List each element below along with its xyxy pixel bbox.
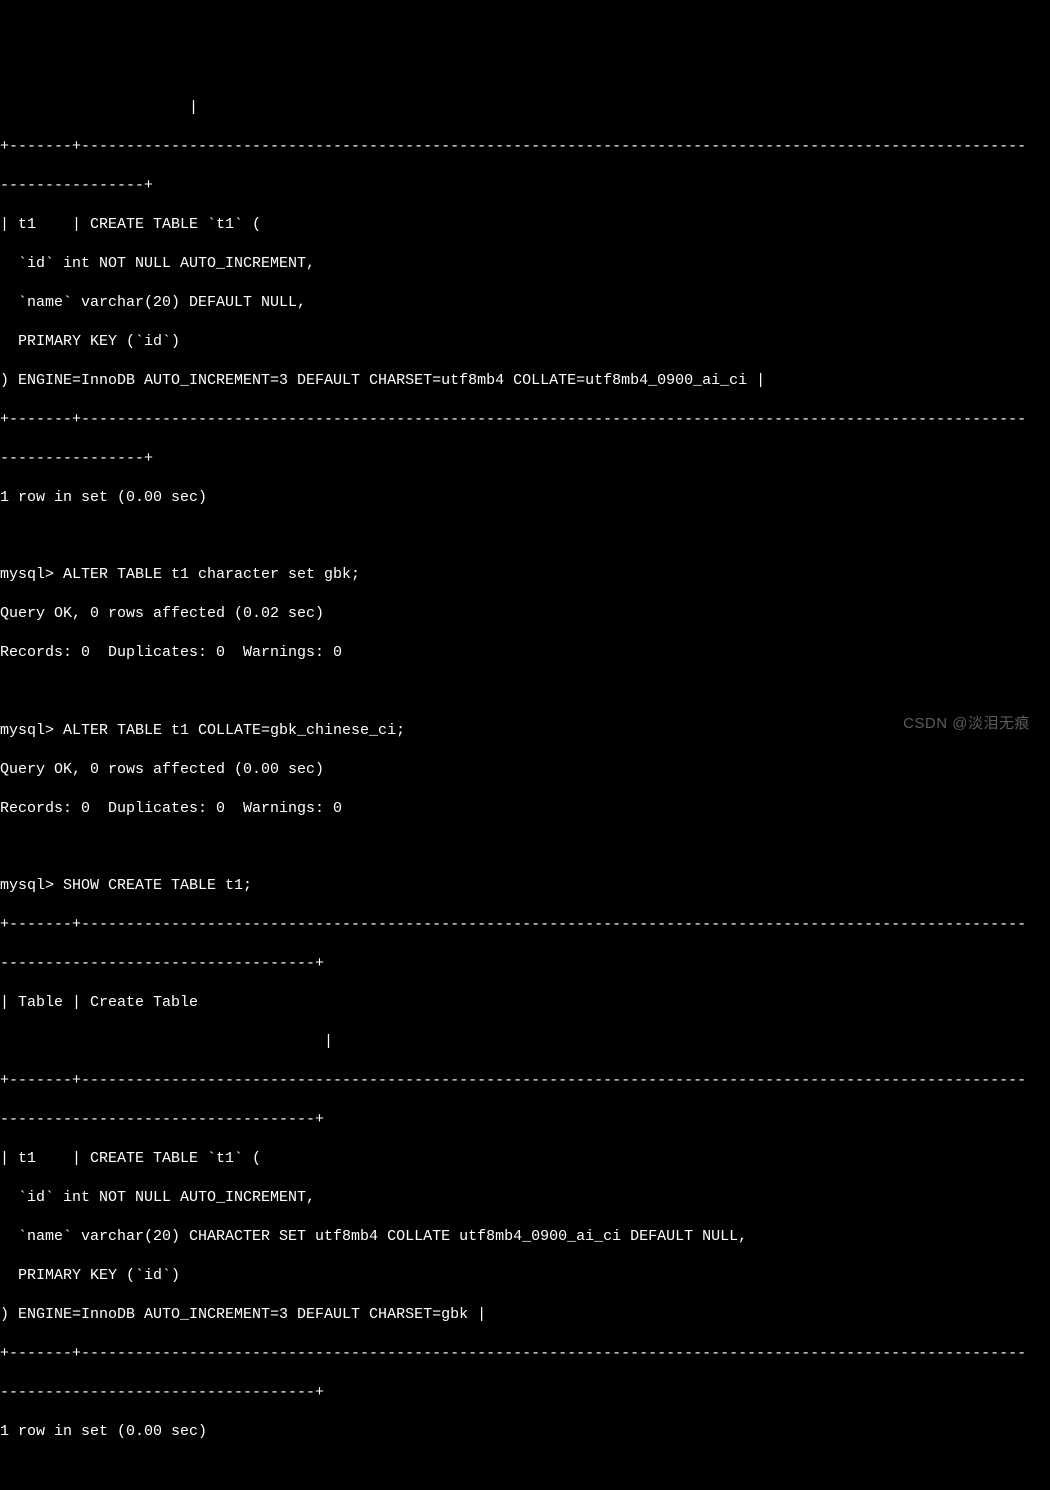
output-line: | t1 | CREATE TABLE `t1` (	[0, 215, 1050, 235]
output-line: +-------+-------------------------------…	[0, 137, 1050, 157]
output-line: -----------------------------------+	[0, 954, 1050, 974]
output-line	[0, 838, 1050, 857]
output-line: +-------+-------------------------------…	[0, 1071, 1050, 1091]
output-line: `name` varchar(20) DEFAULT NULL,	[0, 293, 1050, 313]
output-line: 1 row in set (0.00 sec)	[0, 1422, 1050, 1442]
output-line: `name` varchar(20) CHARACTER SET utf8mb4…	[0, 1227, 1050, 1247]
output-line: ----------------+	[0, 176, 1050, 196]
output-line: -----------------------------------+	[0, 1110, 1050, 1130]
output-line: Records: 0 Duplicates: 0 Warnings: 0	[0, 643, 1050, 663]
output-line	[0, 682, 1050, 701]
output-line: `id` int NOT NULL AUTO_INCREMENT,	[0, 254, 1050, 274]
output-line: |	[0, 98, 1050, 118]
output-line: Query OK, 0 rows affected (0.02 sec)	[0, 604, 1050, 624]
output-line: ) ENGINE=InnoDB AUTO_INCREMENT=3 DEFAULT…	[0, 1305, 1050, 1325]
output-line: Records: 0 Duplicates: 0 Warnings: 0	[0, 799, 1050, 819]
output-line: +-------+-------------------------------…	[0, 1344, 1050, 1364]
output-line: ----------------+	[0, 449, 1050, 469]
output-line	[0, 527, 1050, 546]
prompt-line: mysql> ALTER TABLE t1 character set gbk;	[0, 565, 1050, 585]
output-line: |	[0, 1032, 1050, 1052]
terminal-output: | +-------+-----------------------------…	[0, 78, 1050, 1461]
output-line: Query OK, 0 rows affected (0.00 sec)	[0, 760, 1050, 780]
output-line: PRIMARY KEY (`id`)	[0, 1266, 1050, 1286]
output-line: -----------------------------------+	[0, 1383, 1050, 1403]
output-line: +-------+-------------------------------…	[0, 410, 1050, 430]
output-line: 1 row in set (0.00 sec)	[0, 488, 1050, 508]
output-line: | Table | Create Table	[0, 993, 1050, 1013]
watermark: CSDN @淡泪无痕	[903, 714, 1030, 734]
output-line: +-------+-------------------------------…	[0, 915, 1050, 935]
output-line: | t1 | CREATE TABLE `t1` (	[0, 1149, 1050, 1169]
prompt-line: mysql> ALTER TABLE t1 COLLATE=gbk_chines…	[0, 721, 1050, 741]
prompt-line: mysql> SHOW CREATE TABLE t1;	[0, 876, 1050, 896]
output-line: PRIMARY KEY (`id`)	[0, 332, 1050, 352]
output-line: `id` int NOT NULL AUTO_INCREMENT,	[0, 1188, 1050, 1208]
output-line: ) ENGINE=InnoDB AUTO_INCREMENT=3 DEFAULT…	[0, 371, 1050, 391]
